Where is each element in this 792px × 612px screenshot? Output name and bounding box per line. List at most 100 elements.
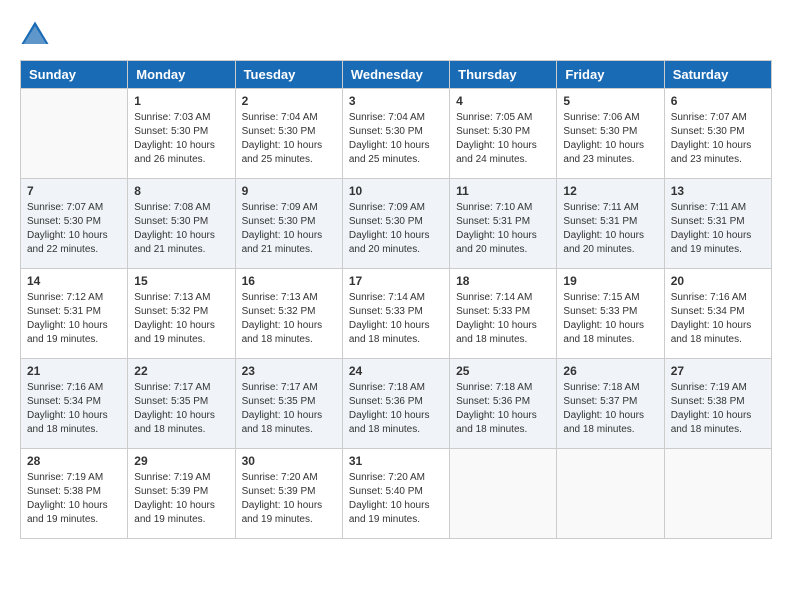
sunset-text: Sunset: 5:32 PM (242, 306, 316, 317)
sunrise-text: Sunrise: 7:07 AM (671, 112, 747, 123)
day-number: 2 (242, 94, 336, 108)
day-number: 27 (671, 364, 765, 378)
sunset-text: Sunset: 5:34 PM (671, 306, 745, 317)
sunrise-text: Sunrise: 7:12 AM (27, 292, 103, 303)
sunrise-text: Sunrise: 7:03 AM (134, 112, 210, 123)
day-number: 26 (563, 364, 657, 378)
day-number: 1 (134, 94, 228, 108)
sunset-text: Sunset: 5:38 PM (27, 486, 101, 497)
day-info: Sunrise: 7:13 AM Sunset: 5:32 PM Dayligh… (134, 291, 228, 347)
calendar-day-cell: 7 Sunrise: 7:07 AM Sunset: 5:30 PM Dayli… (21, 179, 128, 269)
day-number: 23 (242, 364, 336, 378)
sunset-text: Sunset: 5:31 PM (563, 216, 637, 227)
daylight-text: Daylight: 10 hours and 18 minutes. (456, 320, 537, 345)
sunrise-text: Sunrise: 7:08 AM (134, 202, 210, 213)
calendar-day-cell: 8 Sunrise: 7:08 AM Sunset: 5:30 PM Dayli… (128, 179, 235, 269)
daylight-text: Daylight: 10 hours and 23 minutes. (563, 140, 644, 165)
daylight-text: Daylight: 10 hours and 22 minutes. (27, 230, 108, 255)
calendar-day-cell: 9 Sunrise: 7:09 AM Sunset: 5:30 PM Dayli… (235, 179, 342, 269)
day-info: Sunrise: 7:04 AM Sunset: 5:30 PM Dayligh… (349, 111, 443, 167)
day-number: 31 (349, 454, 443, 468)
day-info: Sunrise: 7:11 AM Sunset: 5:31 PM Dayligh… (671, 201, 765, 257)
daylight-text: Daylight: 10 hours and 20 minutes. (563, 230, 644, 255)
sunset-text: Sunset: 5:37 PM (563, 396, 637, 407)
calendar-day-cell (450, 449, 557, 539)
day-number: 29 (134, 454, 228, 468)
day-number: 12 (563, 184, 657, 198)
day-info: Sunrise: 7:09 AM Sunset: 5:30 PM Dayligh… (349, 201, 443, 257)
sunrise-text: Sunrise: 7:06 AM (563, 112, 639, 123)
day-number: 17 (349, 274, 443, 288)
sunset-text: Sunset: 5:40 PM (349, 486, 423, 497)
day-info: Sunrise: 7:07 AM Sunset: 5:30 PM Dayligh… (27, 201, 121, 257)
sunset-text: Sunset: 5:39 PM (134, 486, 208, 497)
day-number: 21 (27, 364, 121, 378)
calendar-day-cell: 20 Sunrise: 7:16 AM Sunset: 5:34 PM Dayl… (664, 269, 771, 359)
daylight-text: Daylight: 10 hours and 19 minutes. (134, 500, 215, 525)
sunset-text: Sunset: 5:33 PM (456, 306, 530, 317)
sunset-text: Sunset: 5:36 PM (349, 396, 423, 407)
calendar-day-cell: 12 Sunrise: 7:11 AM Sunset: 5:31 PM Dayl… (557, 179, 664, 269)
calendar-table: SundayMondayTuesdayWednesdayThursdayFrid… (20, 60, 772, 539)
weekday-header: Wednesday (342, 61, 449, 89)
day-info: Sunrise: 7:16 AM Sunset: 5:34 PM Dayligh… (671, 291, 765, 347)
calendar-week-row: 21 Sunrise: 7:16 AM Sunset: 5:34 PM Dayl… (21, 359, 772, 449)
day-number: 24 (349, 364, 443, 378)
day-info: Sunrise: 7:15 AM Sunset: 5:33 PM Dayligh… (563, 291, 657, 347)
calendar-day-cell: 17 Sunrise: 7:14 AM Sunset: 5:33 PM Dayl… (342, 269, 449, 359)
weekday-header: Sunday (21, 61, 128, 89)
calendar-day-cell: 1 Sunrise: 7:03 AM Sunset: 5:30 PM Dayli… (128, 89, 235, 179)
sunset-text: Sunset: 5:35 PM (134, 396, 208, 407)
sunrise-text: Sunrise: 7:14 AM (349, 292, 425, 303)
daylight-text: Daylight: 10 hours and 20 minutes. (349, 230, 430, 255)
daylight-text: Daylight: 10 hours and 18 minutes. (671, 320, 752, 345)
sunset-text: Sunset: 5:30 PM (134, 216, 208, 227)
calendar-day-cell: 25 Sunrise: 7:18 AM Sunset: 5:36 PM Dayl… (450, 359, 557, 449)
day-number: 7 (27, 184, 121, 198)
sunrise-text: Sunrise: 7:11 AM (563, 202, 638, 213)
daylight-text: Daylight: 10 hours and 24 minutes. (456, 140, 537, 165)
calendar-day-cell: 30 Sunrise: 7:20 AM Sunset: 5:39 PM Dayl… (235, 449, 342, 539)
calendar-day-cell: 15 Sunrise: 7:13 AM Sunset: 5:32 PM Dayl… (128, 269, 235, 359)
day-info: Sunrise: 7:14 AM Sunset: 5:33 PM Dayligh… (456, 291, 550, 347)
sunset-text: Sunset: 5:34 PM (27, 396, 101, 407)
sunrise-text: Sunrise: 7:19 AM (134, 472, 210, 483)
calendar-day-cell: 28 Sunrise: 7:19 AM Sunset: 5:38 PM Dayl… (21, 449, 128, 539)
calendar-week-row: 1 Sunrise: 7:03 AM Sunset: 5:30 PM Dayli… (21, 89, 772, 179)
sunrise-text: Sunrise: 7:20 AM (349, 472, 425, 483)
sunrise-text: Sunrise: 7:13 AM (242, 292, 318, 303)
sunset-text: Sunset: 5:33 PM (349, 306, 423, 317)
sunset-text: Sunset: 5:30 PM (242, 216, 316, 227)
calendar-week-row: 28 Sunrise: 7:19 AM Sunset: 5:38 PM Dayl… (21, 449, 772, 539)
sunrise-text: Sunrise: 7:05 AM (456, 112, 532, 123)
daylight-text: Daylight: 10 hours and 18 minutes. (349, 320, 430, 345)
day-number: 22 (134, 364, 228, 378)
sunset-text: Sunset: 5:30 PM (134, 126, 208, 137)
daylight-text: Daylight: 10 hours and 18 minutes. (242, 410, 323, 435)
day-info: Sunrise: 7:07 AM Sunset: 5:30 PM Dayligh… (671, 111, 765, 167)
day-info: Sunrise: 7:06 AM Sunset: 5:30 PM Dayligh… (563, 111, 657, 167)
day-info: Sunrise: 7:03 AM Sunset: 5:30 PM Dayligh… (134, 111, 228, 167)
day-number: 5 (563, 94, 657, 108)
day-info: Sunrise: 7:14 AM Sunset: 5:33 PM Dayligh… (349, 291, 443, 347)
sunset-text: Sunset: 5:30 PM (349, 126, 423, 137)
day-number: 30 (242, 454, 336, 468)
day-number: 3 (349, 94, 443, 108)
calendar-day-cell: 19 Sunrise: 7:15 AM Sunset: 5:33 PM Dayl… (557, 269, 664, 359)
day-number: 4 (456, 94, 550, 108)
weekday-header: Monday (128, 61, 235, 89)
day-number: 18 (456, 274, 550, 288)
calendar-day-cell: 27 Sunrise: 7:19 AM Sunset: 5:38 PM Dayl… (664, 359, 771, 449)
sunset-text: Sunset: 5:30 PM (349, 216, 423, 227)
calendar-day-cell: 2 Sunrise: 7:04 AM Sunset: 5:30 PM Dayli… (235, 89, 342, 179)
daylight-text: Daylight: 10 hours and 18 minutes. (242, 320, 323, 345)
sunrise-text: Sunrise: 7:20 AM (242, 472, 318, 483)
day-info: Sunrise: 7:19 AM Sunset: 5:38 PM Dayligh… (27, 471, 121, 527)
sunset-text: Sunset: 5:39 PM (242, 486, 316, 497)
sunset-text: Sunset: 5:33 PM (563, 306, 637, 317)
day-info: Sunrise: 7:10 AM Sunset: 5:31 PM Dayligh… (456, 201, 550, 257)
day-number: 20 (671, 274, 765, 288)
daylight-text: Daylight: 10 hours and 18 minutes. (134, 410, 215, 435)
page-header (20, 20, 772, 50)
sunrise-text: Sunrise: 7:16 AM (671, 292, 747, 303)
